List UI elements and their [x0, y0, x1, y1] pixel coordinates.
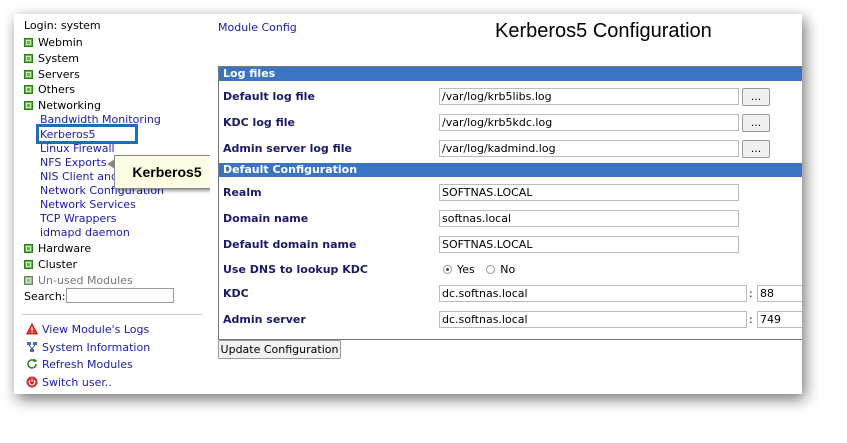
admin-server-label: Admin server [223, 313, 306, 326]
category-cluster[interactable]: Cluster [24, 257, 77, 272]
section-header-log-files: Log files [219, 67, 802, 81]
kdc-log-label: KDC log file [223, 116, 295, 129]
domain-name-input[interactable]: softnas.local [439, 210, 739, 227]
category-label: Un-used Modules [38, 274, 133, 287]
category-servers[interactable]: Servers [24, 67, 80, 82]
default-domain-label: Default domain name [223, 238, 357, 251]
category-icon [24, 244, 33, 253]
category-label: Networking [38, 99, 101, 112]
system-information-link[interactable]: System Information [26, 340, 150, 355]
kdc-host-input[interactable]: dc.softnas.local [439, 285, 747, 302]
default-log-input[interactable]: /var/log/krb5libs.log [439, 88, 739, 105]
category-label: Others [38, 83, 75, 96]
kdc-log-browse-button[interactable]: ... [742, 114, 770, 132]
category-others[interactable]: Others [24, 82, 75, 97]
switch-user-link[interactable]: Switch user.. [26, 375, 112, 390]
util-label: System Information [42, 341, 151, 354]
sidebar: Login: system Webmin System Servers Othe… [14, 14, 210, 394]
radio-no-label: No [500, 263, 516, 276]
util-label: View Module's Logs [42, 323, 150, 336]
update-configuration-button[interactable]: Update Configuration [218, 340, 341, 359]
category-networking[interactable]: Networking [24, 98, 101, 113]
category-icon [24, 54, 33, 63]
radio-yes[interactable] [443, 265, 452, 274]
category-icon [24, 85, 33, 94]
category-hardware[interactable]: Hardware [24, 241, 91, 256]
warning-icon [26, 323, 38, 335]
network-info-icon [27, 342, 37, 352]
category-icon [24, 101, 33, 110]
module-tcp-wrappers[interactable]: TCP Wrappers [40, 212, 117, 226]
category-label: Servers [38, 68, 80, 81]
admin-server-host-input[interactable]: dc.softnas.local [439, 311, 747, 328]
default-domain-input[interactable]: SOFTNAS.LOCAL [439, 236, 739, 253]
use-dns-label: Use DNS to lookup KDC [223, 263, 368, 276]
admin-port-separator: : [749, 313, 753, 326]
main-content: Module Config Kerberos5 Configuration Lo… [210, 14, 802, 394]
category-label: Cluster [38, 258, 78, 271]
admin-log-label: Admin server log file [223, 142, 353, 155]
module-network-services[interactable]: Network Services [40, 198, 136, 212]
power-icon [26, 376, 38, 388]
category-label: Webmin [38, 36, 83, 49]
kdc-port-separator: : [749, 287, 753, 300]
use-dns-radio-group: Yes No [443, 263, 515, 276]
view-logs-link[interactable]: View Module's Logs [26, 322, 149, 337]
category-label: System [38, 52, 80, 65]
config-form: Log files Default log file /var/log/krb5… [218, 66, 802, 340]
category-icon [24, 70, 33, 79]
section-header-default-configuration: Default Configuration [219, 163, 802, 177]
radio-yes-label: Yes [457, 263, 475, 276]
divider [22, 314, 202, 315]
category-webmin[interactable]: Webmin [24, 35, 83, 50]
category-icon [24, 276, 33, 285]
realm-input[interactable]: SOFTNAS.LOCAL [439, 184, 739, 201]
module-config-link[interactable]: Module Config [218, 21, 297, 34]
category-unused-modules[interactable]: Un-used Modules [24, 273, 133, 288]
refresh-modules-link[interactable]: Refresh Modules [26, 357, 133, 372]
util-label: Refresh Modules [42, 358, 133, 371]
kdc-port-input[interactable]: 88 [757, 285, 802, 302]
page-title: Kerberos5 Configuration [495, 20, 712, 42]
kerberos5-highlight-box [36, 124, 138, 144]
kdc-log-input[interactable]: /var/log/krb5kdc.log [439, 114, 739, 131]
search-label: Search: [24, 290, 66, 303]
kdc-label: KDC [223, 287, 249, 300]
use-dns-yes-option[interactable]: Yes [443, 263, 475, 276]
use-dns-no-option[interactable]: No [486, 263, 515, 276]
default-log-label: Default log file [223, 90, 315, 103]
radio-no[interactable] [486, 265, 496, 274]
search-input[interactable] [66, 288, 174, 303]
category-icon [24, 38, 33, 47]
refresh-icon [27, 358, 38, 369]
module-nfs-exports[interactable]: NFS Exports [40, 156, 107, 170]
kerberos5-callout: Kerberos5 [114, 155, 220, 189]
category-label: Hardware [38, 242, 92, 255]
admin-log-input[interactable]: /var/log/kadmind.log [439, 140, 739, 157]
module-linux-firewall[interactable]: Linux Firewall [40, 142, 115, 156]
util-label: Switch user.. [42, 376, 112, 389]
webmin-window: Login: system Webmin System Servers Othe… [14, 14, 802, 394]
login-text: Login: system [24, 19, 101, 32]
category-system[interactable]: System [24, 51, 79, 66]
admin-log-browse-button[interactable]: ... [742, 140, 770, 158]
module-idmapd-daemon[interactable]: idmapd daemon [40, 226, 130, 240]
admin-server-port-input[interactable]: 749 [757, 311, 802, 328]
realm-label: Realm [223, 186, 262, 199]
domain-name-label: Domain name [223, 212, 309, 225]
category-icon [24, 260, 33, 269]
default-log-browse-button[interactable]: ... [742, 88, 770, 106]
